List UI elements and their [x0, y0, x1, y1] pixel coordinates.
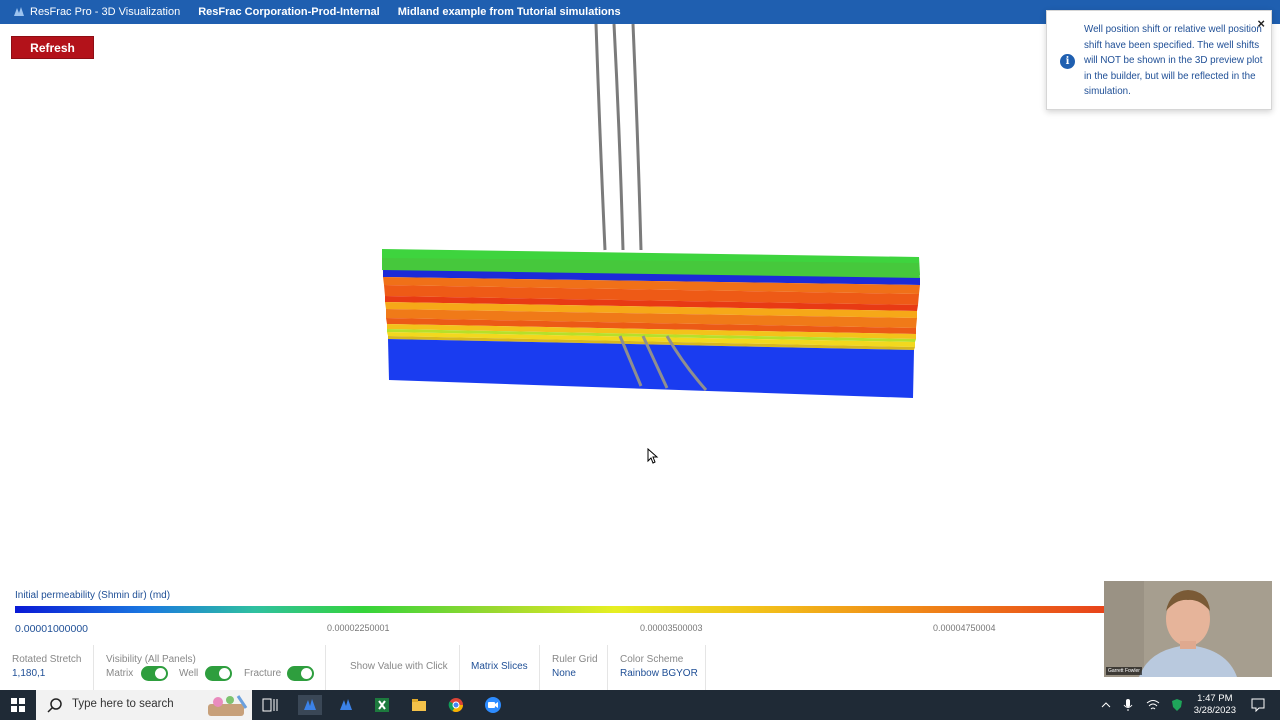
chrome-icon[interactable] [446, 695, 466, 715]
security-shield-icon[interactable] [1167, 695, 1187, 715]
file-explorer-icon[interactable] [409, 695, 429, 715]
start-button[interactable] [0, 690, 36, 720]
fracture-toggle-label: Fracture [244, 668, 282, 679]
notification-center-icon[interactable] [1248, 695, 1268, 715]
network-icon[interactable] [1143, 695, 1163, 715]
show-value-button[interactable]: Show Value with Click [326, 645, 460, 690]
breadcrumb-org[interactable]: ResFrac Corporation-Prod-Internal [198, 6, 380, 18]
matrix-slices-label: Matrix Slices [471, 661, 528, 672]
microphone-icon[interactable] [1118, 695, 1138, 715]
task-view-icon[interactable] [260, 695, 280, 715]
notification-message: Well position shift or relative well pos… [1084, 24, 1263, 98]
color-scheme-section[interactable]: Color Scheme Rainbow BGYOR [608, 645, 706, 690]
breadcrumb-project[interactable]: Midland example from Tutorial simulation… [398, 6, 621, 18]
matrix-slices-button[interactable]: Matrix Slices [460, 645, 540, 690]
colorscale-tick: 0.00002250001 [327, 623, 390, 633]
search-placeholder: Type here to search [72, 698, 174, 710]
taskbar-clock[interactable]: 1:47 PM 3/28/2023 [1194, 693, 1236, 717]
well-shift-notification: i Well position shift or relative well p… [1046, 10, 1272, 110]
colorscale-tick: 0.00003500003 [640, 623, 703, 633]
taskbar-search-box[interactable]: Type here to search [36, 690, 252, 720]
ruler-grid-section[interactable]: Ruler Grid None [540, 645, 608, 690]
fracture-toggle[interactable] [287, 666, 314, 681]
matrix-toggle[interactable] [141, 666, 168, 681]
colorscale-tick: 0.00001000000 [15, 623, 88, 635]
visibility-label: Visibility (All Panels) [106, 654, 196, 665]
visibility-section: Visibility (All Panels) Matrix Well Frac… [94, 645, 326, 690]
show-value-label: Show Value with Click [350, 661, 448, 672]
vertical-wells [594, 24, 643, 251]
excel-icon[interactable] [372, 695, 392, 715]
colorscale-tick: 0.00004750004 [933, 623, 996, 633]
participant-name: Garrett Fowler [1106, 667, 1142, 675]
clock-date: 3/28/2023 [1193, 705, 1236, 716]
well-toggle-label: Well [179, 668, 199, 679]
rotated-stretch-section[interactable]: Rotated Stretch 1,180,1 [0, 645, 94, 690]
windows-taskbar: Type here to search 1:47 PM 3/28/2023 [0, 690, 1280, 720]
ruler-grid-value[interactable]: None [552, 668, 576, 679]
rotated-stretch-label: Rotated Stretch [12, 654, 82, 665]
3d-viewport[interactable] [0, 24, 1100, 584]
search-icon [47, 698, 62, 713]
webcam-video: Garrett Fowler [1104, 581, 1272, 677]
info-icon: i [1060, 54, 1075, 69]
rotated-stretch-value[interactable]: 1,180,1 [12, 668, 45, 679]
colorscale-bar [15, 606, 1105, 613]
windows-logo-icon [11, 698, 25, 712]
color-scheme-value[interactable]: Rainbow BGYOR [620, 668, 698, 679]
tray-chevron-up-icon[interactable] [1096, 695, 1116, 715]
reservoir-matrix-block[interactable] [382, 249, 920, 398]
well-toggle[interactable] [205, 666, 232, 681]
ruler-grid-label: Ruler Grid [552, 654, 598, 665]
resfrac-app-icon[interactable] [298, 695, 322, 715]
clock-time: 1:47 PM [1197, 693, 1233, 704]
resfrac-app-icon[interactable] [336, 695, 356, 715]
matrix-toggle-label: Matrix [106, 668, 134, 679]
color-scheme-label: Color Scheme [620, 654, 684, 665]
mouse-cursor-icon [647, 448, 659, 464]
search-highlight-icon [208, 695, 248, 716]
close-icon[interactable]: × [1257, 16, 1265, 31]
viewer-toolbar: Rotated Stretch 1,180,1 Visibility (All … [0, 645, 1100, 690]
app-title: ResFrac Pro - 3D Visualization [30, 6, 181, 18]
zoom-icon[interactable] [483, 695, 503, 715]
resfrac-logo-icon [14, 7, 24, 16]
colorscale-title: Initial permeability (Shmin dir) (md) [15, 590, 171, 601]
webcam-person [1104, 581, 1272, 677]
